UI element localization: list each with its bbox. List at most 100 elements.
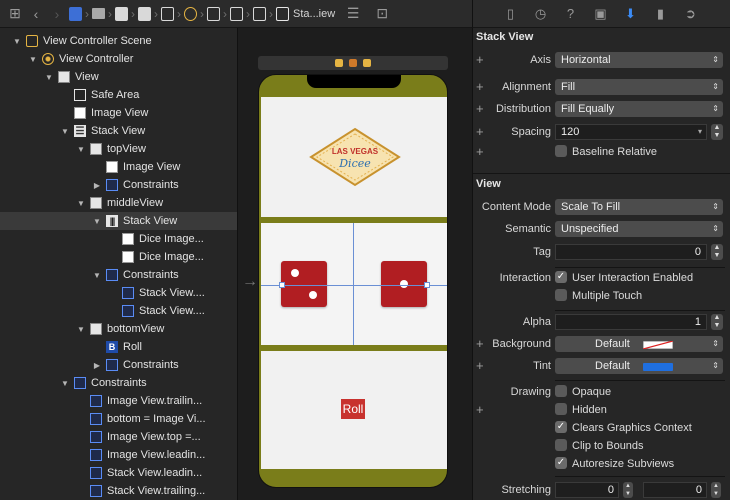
grid-icon[interactable]: ⊞ (6, 5, 24, 23)
outline-row[interactable]: Stack View.leadin... (0, 464, 237, 482)
connections-inspector-icon[interactable]: ➲ (681, 4, 700, 23)
disclosure-right-icon[interactable]: ▶ (92, 361, 102, 370)
breadcrumb-current[interactable]: Sta...iew (293, 8, 335, 20)
content-mode-popup[interactable]: Scale To Fill ⇕ (555, 199, 723, 215)
disclosure-down-icon[interactable]: ▼ (76, 325, 86, 334)
outline-row[interactable]: B Roll (0, 338, 237, 356)
outline-row[interactable]: Image View.top =... (0, 428, 237, 446)
outline-row[interactable]: ▼ View Controller (0, 50, 237, 68)
outline-row[interactable]: bottom = Image Vi... (0, 410, 237, 428)
middle-view[interactable] (261, 223, 447, 345)
outline-row[interactable]: Image View (0, 158, 237, 176)
outline-row[interactable]: ▼ ☰ Stack View (0, 122, 237, 140)
back-arrow-icon[interactable]: ‹ (27, 5, 45, 23)
scene-icon[interactable] (161, 6, 174, 21)
semantic-popup[interactable]: Unspecified ⇕ (555, 221, 723, 237)
view-controller-dock-icon[interactable] (335, 59, 343, 67)
history-inspector-icon[interactable]: ◷ (531, 4, 550, 23)
outline-row[interactable]: ▼ bottomView (0, 320, 237, 338)
disclosure-down-icon[interactable]: ▼ (76, 145, 86, 154)
view-icon[interactable] (207, 6, 220, 21)
plus-icon[interactable]: + (476, 336, 484, 351)
outline-row[interactable]: Image View.leadin... (0, 446, 237, 464)
disclosure-down-icon[interactable]: ▼ (44, 73, 54, 82)
outline-row[interactable]: ▼ View (0, 68, 237, 86)
resize-handle-right[interactable] (424, 282, 430, 288)
tint-color-popup[interactable]: Default ⇕ (555, 358, 723, 374)
disclosure-right-icon[interactable]: ▶ (92, 181, 102, 190)
clears-context-checkbox[interactable]: ✓ (555, 421, 567, 433)
storyboard-canvas[interactable]: → LAS VEGAS Dicee Roll (238, 28, 472, 500)
plus-icon[interactable]: + (476, 101, 484, 116)
stack-view-icon[interactable] (230, 6, 243, 21)
alpha-field[interactable]: 1 (555, 314, 707, 330)
clip-to-bounds-checkbox[interactable] (555, 439, 567, 451)
exit-icon[interactable] (363, 59, 371, 67)
add-editor-icon[interactable]: ⊡ (373, 5, 391, 23)
outline-row[interactable]: ▶ Constraints (0, 356, 237, 374)
outline-row[interactable]: Stack View.... (0, 302, 237, 320)
tag-stepper[interactable]: ▲ ▼ (711, 244, 723, 260)
plus-icon[interactable]: + (476, 52, 484, 67)
stretching-x-stepper[interactable]: ▲ ▼ (623, 482, 633, 498)
top-view[interactable]: LAS VEGAS Dicee (261, 97, 447, 217)
outline-row[interactable]: Image View (0, 104, 237, 122)
outline-row[interactable]: ▼ Constraints (0, 266, 237, 284)
stretching-x-field[interactable]: 0 (555, 482, 619, 498)
spacing-field[interactable]: 120 ▾ (555, 124, 707, 140)
stretching-y-field[interactable]: 0 (643, 482, 707, 498)
view-controller-icon[interactable] (184, 6, 197, 21)
alignment-popup[interactable]: Fill ⇕ (555, 79, 723, 95)
disclosure-down-icon[interactable]: ▼ (60, 379, 70, 388)
roll-button[interactable]: Roll (341, 399, 365, 419)
autoresize-checkbox[interactable]: ✓ (555, 457, 567, 469)
plus-icon[interactable]: + (476, 79, 484, 94)
background-color-popup[interactable]: Default ⇕ (555, 336, 723, 352)
disclosure-down-icon[interactable]: ▼ (92, 271, 102, 280)
size-inspector-icon[interactable]: ▮ (651, 4, 670, 23)
outline-row[interactable]: ▼ View Controller Scene (0, 32, 237, 50)
hidden-checkbox[interactable] (555, 403, 567, 415)
list-icon[interactable]: ☰ (344, 5, 362, 23)
storyboard-file-icon[interactable] (138, 6, 151, 21)
outline-row[interactable]: Stack View.trailing... (0, 482, 237, 500)
forward-arrow-icon[interactable]: › (48, 5, 66, 23)
outline-row[interactable]: Safe Area (0, 86, 237, 104)
bottom-view[interactable]: Roll (261, 351, 447, 469)
spacing-stepper[interactable]: ▲ ▼ (711, 124, 723, 140)
scene-dock[interactable] (258, 56, 448, 70)
dice-image-left[interactable] (281, 261, 327, 307)
axis-popup[interactable]: Horizontal ⇕ (555, 52, 723, 68)
alpha-stepper[interactable]: ▲ ▼ (711, 314, 723, 330)
outline-row[interactable]: ▼ topView (0, 140, 237, 158)
file-inspector-icon[interactable]: ▯ (501, 4, 520, 23)
plus-icon[interactable]: + (476, 358, 484, 373)
resize-handle-left[interactable] (279, 282, 285, 288)
help-inspector-icon[interactable]: ? (561, 4, 580, 23)
disclosure-down-icon[interactable]: ▼ (28, 55, 38, 64)
baseline-checkbox[interactable] (555, 145, 567, 157)
disclosure-down-icon[interactable]: ▼ (92, 217, 102, 226)
user-interaction-checkbox[interactable]: ✓ (555, 271, 567, 283)
plus-icon[interactable]: + (476, 124, 484, 139)
folder-icon[interactable] (92, 8, 105, 19)
disclosure-down-icon[interactable]: ▼ (60, 127, 70, 136)
outline-row[interactable]: Stack View.... (0, 284, 237, 302)
outline-row[interactable]: ▼ ||| Stack View (0, 212, 237, 230)
outline-row[interactable]: Image View.trailin... (0, 392, 237, 410)
tag-field[interactable]: 0 (555, 244, 707, 260)
opaque-checkbox[interactable] (555, 385, 567, 397)
outline-row[interactable]: ▼ middleView (0, 194, 237, 212)
identity-inspector-icon[interactable]: ▣ (591, 4, 610, 23)
horizontal-stack-icon[interactable] (276, 6, 289, 21)
outline-row[interactable]: ▶ Constraints (0, 176, 237, 194)
dice-image-right[interactable] (381, 261, 427, 307)
distribution-popup[interactable]: Fill Equally ⇕ (555, 101, 723, 117)
disclosure-down-icon[interactable]: ▼ (76, 199, 86, 208)
outline-row[interactable]: Dice Image... (0, 230, 237, 248)
outline-row[interactable]: ▼ Constraints (0, 374, 237, 392)
attributes-inspector-icon[interactable]: ⬇ (621, 4, 640, 23)
multiple-touch-checkbox[interactable] (555, 289, 567, 301)
las-vegas-logo[interactable]: LAS VEGAS Dicee (309, 127, 401, 187)
project-icon[interactable] (69, 6, 82, 21)
